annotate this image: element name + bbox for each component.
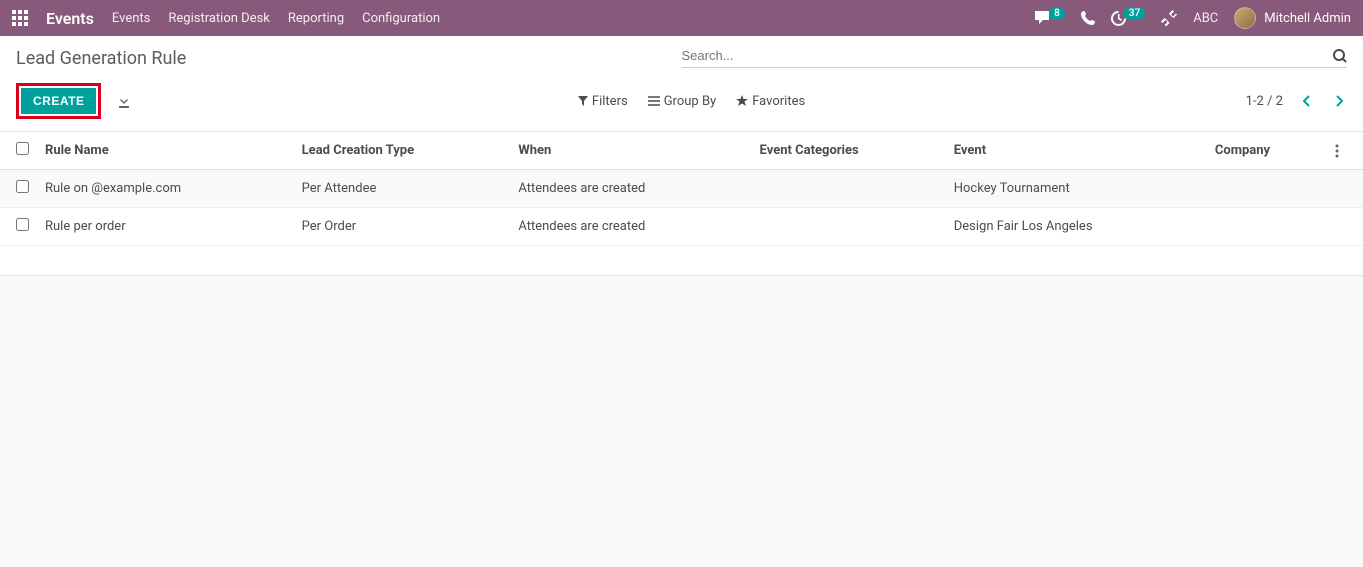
favorites-button[interactable]: Favorites bbox=[736, 94, 805, 109]
activities-badge: 37 bbox=[1124, 7, 1145, 20]
group-by-button[interactable]: Group By bbox=[648, 94, 717, 109]
cell-rule-name: Rule per order bbox=[37, 208, 294, 246]
cell-event: Design Fair Los Angeles bbox=[946, 208, 1207, 246]
col-event[interactable]: Event bbox=[946, 132, 1207, 170]
nav-configuration[interactable]: Configuration bbox=[362, 11, 440, 26]
filters-button[interactable]: Filters bbox=[578, 94, 628, 109]
col-event-categories[interactable]: Event Categories bbox=[752, 132, 946, 170]
cell-company bbox=[1207, 170, 1327, 208]
cell-categories bbox=[752, 208, 946, 246]
download-icon[interactable] bbox=[111, 90, 137, 112]
cell-event: Hockey Tournament bbox=[946, 170, 1207, 208]
create-highlight: CREATE bbox=[16, 83, 101, 119]
cell-type: Per Attendee bbox=[294, 170, 511, 208]
apps-icon[interactable] bbox=[12, 10, 28, 26]
group-by-label: Group By bbox=[664, 94, 717, 109]
pager[interactable]: 1-2 / 2 bbox=[1246, 94, 1283, 109]
avatar bbox=[1234, 7, 1256, 29]
debug-icon[interactable] bbox=[1161, 10, 1177, 26]
search-input[interactable] bbox=[682, 48, 1334, 63]
col-rule-name[interactable]: Rule Name bbox=[37, 132, 294, 170]
list-view: Rule Name Lead Creation Type When Event … bbox=[0, 132, 1363, 276]
phone-icon[interactable] bbox=[1081, 11, 1095, 25]
pager-prev-icon[interactable] bbox=[1299, 93, 1315, 109]
table-footer-spacer bbox=[0, 246, 1363, 276]
company-switcher[interactable]: ABC bbox=[1193, 11, 1218, 26]
table-row[interactable]: Rule per order Per Order Attendees are c… bbox=[0, 208, 1363, 246]
cell-type: Per Order bbox=[294, 208, 511, 246]
columns-menu-icon[interactable] bbox=[1335, 144, 1355, 158]
navbar-left: Events Events Registration Desk Reportin… bbox=[12, 9, 440, 28]
messages-icon[interactable]: 8 bbox=[1035, 11, 1065, 25]
nav-registration-desk[interactable]: Registration Desk bbox=[168, 11, 270, 26]
table-header: Rule Name Lead Creation Type When Event … bbox=[0, 132, 1363, 170]
pager-next-icon[interactable] bbox=[1331, 93, 1347, 109]
cell-when: Attendees are created bbox=[510, 208, 751, 246]
cell-when: Attendees are created bbox=[510, 170, 751, 208]
table-row[interactable]: Rule on @example.com Per Attendee Attend… bbox=[0, 170, 1363, 208]
favorites-label: Favorites bbox=[752, 94, 805, 109]
col-lead-creation-type[interactable]: Lead Creation Type bbox=[294, 132, 511, 170]
select-all-checkbox[interactable] bbox=[16, 142, 29, 155]
data-table: Rule Name Lead Creation Type When Event … bbox=[0, 132, 1363, 246]
control-panel: Lead Generation Rule CREATE Filters Gro bbox=[0, 36, 1363, 132]
activities-icon[interactable]: 37 bbox=[1111, 11, 1145, 26]
app-brand[interactable]: Events bbox=[46, 9, 94, 28]
search-box[interactable] bbox=[682, 44, 1348, 68]
col-company[interactable]: Company bbox=[1207, 132, 1327, 170]
filters-label: Filters bbox=[592, 94, 628, 109]
cell-categories bbox=[752, 170, 946, 208]
create-button[interactable]: CREATE bbox=[21, 88, 96, 114]
page-title: Lead Generation Rule bbox=[16, 44, 186, 73]
nav-events[interactable]: Events bbox=[112, 11, 150, 26]
cell-company bbox=[1207, 208, 1327, 246]
messages-badge: 8 bbox=[1049, 7, 1065, 20]
row-checkbox[interactable] bbox=[16, 180, 29, 193]
nav-reporting[interactable]: Reporting bbox=[288, 11, 344, 26]
navbar: Events Events Registration Desk Reportin… bbox=[0, 0, 1363, 36]
col-when[interactable]: When bbox=[510, 132, 751, 170]
user-menu[interactable]: Mitchell Admin bbox=[1234, 7, 1351, 29]
row-checkbox[interactable] bbox=[16, 218, 29, 231]
search-icon[interactable] bbox=[1333, 49, 1347, 63]
user-name: Mitchell Admin bbox=[1264, 11, 1351, 26]
cell-rule-name: Rule on @example.com bbox=[37, 170, 294, 208]
navbar-right: 8 37 ABC Mitchell Admin bbox=[1035, 7, 1351, 29]
